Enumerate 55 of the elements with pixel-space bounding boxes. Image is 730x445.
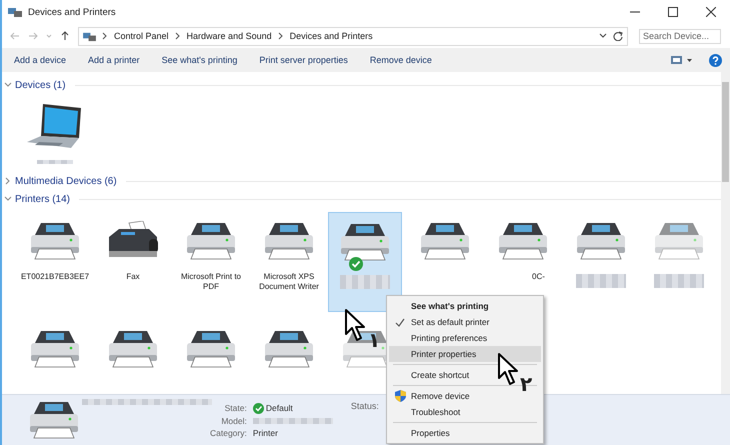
field-label: Model: bbox=[220, 416, 247, 426]
device-label: Fax bbox=[125, 272, 141, 282]
selected-device-tile[interactable] bbox=[328, 212, 402, 312]
window-title: Devices and Printers bbox=[28, 6, 116, 18]
address-bar[interactable]: Control Panel Hardware and Sound Devices and Printers bbox=[78, 26, 628, 46]
breadcrumb[interactable]: Devices and Printers bbox=[290, 31, 373, 41]
control-panel-icon bbox=[83, 30, 96, 42]
device-label: Microsoft XPS Document Writer bbox=[258, 272, 320, 292]
toolbar-button[interactable]: See what's printing bbox=[154, 52, 246, 68]
chevron-icon bbox=[174, 32, 181, 40]
field-value: Printer bbox=[252, 428, 279, 438]
chevron-icon bbox=[278, 32, 284, 40]
toolbar-button[interactable]: Add a device bbox=[6, 52, 74, 68]
menu-item[interactable]: Set as default printer bbox=[389, 314, 541, 330]
maximize-icon[interactable] bbox=[668, 7, 678, 17]
expanded-chevron-icon[interactable] bbox=[4, 81, 12, 89]
device-label: ET0021B7EB3EE7 bbox=[20, 272, 90, 282]
view-options-icon[interactable] bbox=[671, 55, 693, 65]
chevron-icon bbox=[102, 32, 108, 40]
device-label: Microsoft Print to PDF bbox=[180, 272, 242, 292]
group-header[interactable]: Devices (1) bbox=[15, 80, 66, 90]
scrollbar[interactable] bbox=[721, 72, 730, 395]
collapsed-chevron-icon[interactable] bbox=[4, 177, 12, 185]
field-label: Status: bbox=[350, 401, 379, 411]
group-header[interactable]: Multimedia Devices (6) bbox=[15, 176, 117, 186]
breadcrumb[interactable]: Control Panel bbox=[114, 31, 169, 41]
devices-printers-icon bbox=[8, 6, 22, 18]
device-label: 0C- bbox=[531, 272, 546, 282]
up-arrow-icon[interactable] bbox=[60, 31, 70, 41]
step-number: ١ bbox=[368, 330, 380, 350]
field-value: Default bbox=[266, 403, 293, 413]
field-label: Category: bbox=[210, 428, 247, 438]
mouse-pointer-icon bbox=[344, 308, 366, 342]
mouse-pointer-icon bbox=[497, 352, 519, 386]
default-check-icon bbox=[252, 402, 264, 414]
toolbar-button[interactable]: Add a printer bbox=[80, 52, 148, 68]
menu-item[interactable]: Properties bbox=[389, 425, 541, 441]
expanded-chevron-icon[interactable] bbox=[4, 195, 12, 203]
toolbar-button[interactable]: Remove device bbox=[362, 52, 440, 68]
menu-item[interactable]: See what's printing bbox=[389, 298, 541, 314]
help-icon[interactable] bbox=[709, 54, 722, 66]
breadcrumb[interactable]: Hardware and Sound bbox=[186, 31, 272, 41]
group-header[interactable]: Printers (14) bbox=[15, 194, 70, 204]
dropdown-caret-icon[interactable] bbox=[599, 32, 607, 40]
toolbar-button[interactable]: Print server properties bbox=[251, 52, 356, 68]
field-label: State: bbox=[224, 402, 247, 414]
menu-item[interactable]: Troubleshoot bbox=[389, 404, 541, 420]
step-number: ٢ bbox=[520, 374, 532, 394]
shield-icon bbox=[394, 390, 406, 402]
menu-item[interactable]: Printing preferences bbox=[389, 330, 541, 346]
scrollbar-thumb[interactable] bbox=[722, 82, 729, 182]
close-icon[interactable] bbox=[706, 7, 716, 17]
menu-item[interactable]: Printer properties bbox=[389, 346, 541, 362]
search-field[interactable]: Search Device... bbox=[639, 28, 721, 44]
refresh-icon[interactable] bbox=[613, 31, 623, 41]
